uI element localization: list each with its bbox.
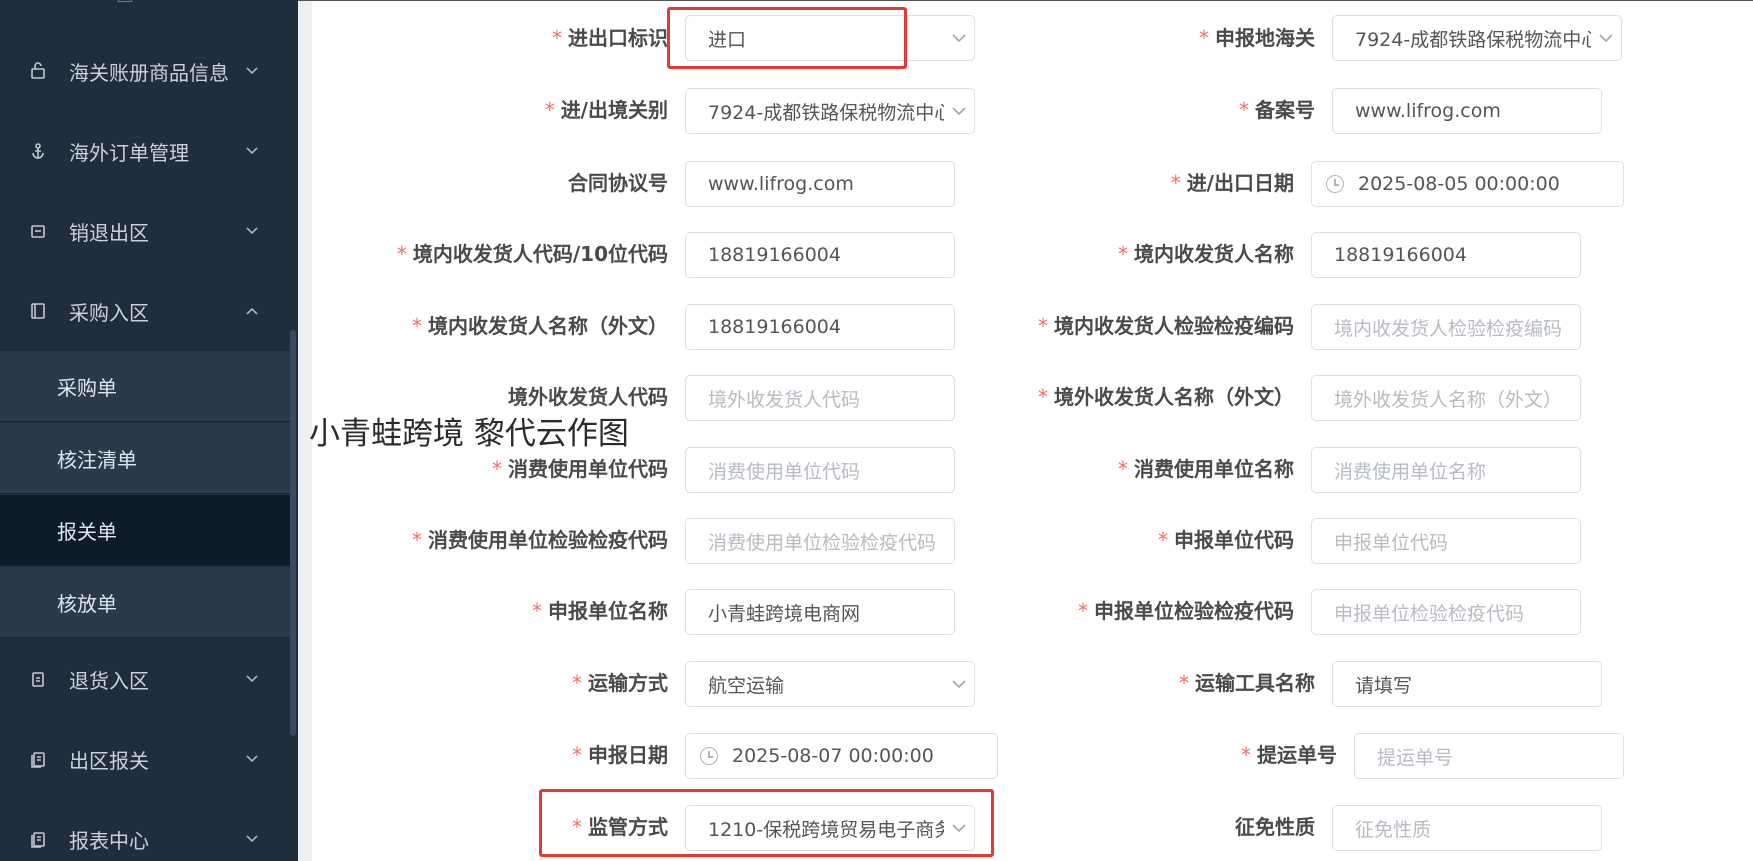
return-icon [27, 668, 49, 690]
lock-bag-icon [27, 60, 49, 82]
label-contract-no: 合同协议号 [568, 171, 668, 195]
chevron-down-icon [944, 679, 974, 689]
sidebar-item-purchase-in[interactable]: 采购入区 [0, 281, 290, 341]
sidebar-item-label: 销退出区 [69, 220, 149, 245]
label-record-no: * 备案号 [1239, 98, 1315, 122]
declarant-ciq-input[interactable]: 申报单位检验检疫代码 [1311, 589, 1581, 635]
transport-name-input[interactable]: 请填写 [1332, 661, 1602, 707]
sidebar-item-return-in[interactable]: 退货入区 [0, 649, 290, 709]
label-bill-no: * 提运单号 [1241, 743, 1337, 767]
chevron-down-icon [242, 227, 262, 235]
sidebar-item-label: 海关账册商品信息 [69, 60, 229, 85]
sidebar: 海关账册商品信息 海外订单管理 销退出区 采购入区 采购单 核注清单 报关单 核… [0, 0, 298, 861]
levy-nature-input[interactable]: 征免性质 [1332, 805, 1602, 851]
files-icon [27, 828, 49, 850]
label-transport-name: * 运输工具名称 [1179, 671, 1315, 695]
sidebar-item-overseas-orders[interactable]: 海外订单管理 [0, 121, 290, 181]
bill-no-input[interactable]: 提运单号 [1354, 733, 1624, 779]
label-declare-date: * 申报日期 [572, 743, 668, 767]
record-no-input[interactable]: www.lifrog.com [1332, 88, 1602, 134]
label-domestic-name-foreign: * 境内收发货人名称（外文） [412, 314, 668, 338]
label-levy-nature: 征免性质 [1235, 815, 1315, 839]
label-domestic-name: * 境内收发货人名称 [1118, 242, 1294, 266]
supervision-select[interactable]: 1210-保税跨境贸易电子商务 [685, 805, 975, 851]
sidebar-item-label: 报表中心 [69, 828, 149, 853]
port-customs-select[interactable]: 7924-成都铁路保税物流中心 [685, 88, 975, 134]
label-declarant-ciq: * 申报单位检验检疫代码 [1078, 599, 1294, 623]
book-icon [27, 300, 49, 322]
label-supervision: * 监管方式 [572, 815, 668, 839]
declare-date-picker[interactable]: 2025-08-07 00:00:00 [685, 733, 998, 779]
io-date-picker[interactable]: 2025-08-05 00:00:00 [1311, 161, 1624, 207]
chevron-down-icon [1591, 33, 1621, 43]
files-icon [27, 748, 49, 770]
clock-icon [700, 747, 718, 765]
sidebar-subitem-release-note[interactable]: 核放单 [0, 567, 290, 638]
sidebar-item-label: 采购入区 [69, 300, 149, 325]
label-io-flag: * 进出口标识 [552, 26, 668, 50]
label-consumer-ciq: * 消费使用单位检验检疫代码 [412, 528, 668, 552]
declarant-name-input[interactable]: 小青蛙跨境电商网 [685, 589, 955, 635]
sidebar-subitem-label: 采购单 [57, 375, 117, 400]
chevron-down-icon [944, 33, 974, 43]
label-transport-mode: * 运输方式 [572, 671, 668, 695]
label-overseas-name-foreign: * 境外收发货人名称（外文） [1038, 385, 1294, 409]
chevron-down-icon [944, 823, 974, 833]
label-declarant-name: * 申报单位名称 [532, 599, 668, 623]
label-domestic-code: * 境内收发货人代码/10位代码 [396, 242, 668, 266]
label-declare-customs: * 申报地海关 [1199, 26, 1315, 50]
io-flag-select[interactable]: 进口 [685, 15, 975, 61]
sidebar-item-reports[interactable]: 报表中心 [0, 809, 290, 861]
box-icon [27, 220, 49, 242]
top-border [298, 0, 1753, 1]
sidebar-item-account-goods[interactable]: 海关账册商品信息 [0, 41, 290, 101]
chevron-up-icon [242, 307, 262, 315]
sidebar-item-label: 出区报关 [69, 748, 149, 773]
consumer-name-input[interactable]: 消费使用单位名称 [1311, 447, 1581, 493]
sidebar-item-label: 退货入区 [69, 668, 149, 693]
chevron-down-icon [242, 835, 262, 843]
domestic-code-input[interactable]: 18819166004 [685, 232, 955, 278]
chevron-down-icon [242, 67, 262, 75]
declare-customs-select[interactable]: 7924-成都铁路保税物流中心 [1332, 15, 1622, 61]
transport-mode-select[interactable]: 航空运输 [685, 661, 975, 707]
domestic-name-input[interactable]: 18819166004 [1311, 232, 1581, 278]
label-io-date: * 进/出口日期 [1170, 171, 1294, 195]
chevron-down-icon [242, 755, 262, 763]
sidebar-item-sales-return-out[interactable]: 销退出区 [0, 201, 290, 261]
overseas-code-input[interactable]: 境外收发货人代码 [685, 375, 955, 421]
chevron-down-icon [242, 147, 262, 155]
anchor-icon [27, 140, 49, 162]
chevron-down-icon [944, 106, 974, 116]
sidebar-subitem-purchase-order[interactable]: 采购单 [0, 351, 290, 422]
sidebar-item-exit-declaration[interactable]: 出区报关 [0, 729, 290, 789]
label-port-customs: * 进/出境关别 [544, 98, 668, 122]
label-domestic-ciq: * 境内收发货人检验检疫编码 [1038, 314, 1294, 338]
sidebar-subitem-label: 报关单 [57, 519, 117, 544]
watermark-text: 小青蛙跨境 黎代云作图 [309, 416, 629, 452]
chevron-down-icon [242, 675, 262, 683]
label-consumer-code: * 消费使用单位代码 [492, 457, 668, 481]
sidebar-subitem-label: 核放单 [57, 591, 117, 616]
sidebar-item-label: 海外订单管理 [69, 140, 189, 165]
collapsed-indicator [118, 0, 132, 2]
label-consumer-name: * 消费使用单位名称 [1118, 457, 1294, 481]
contract-no-input[interactable]: www.lifrog.com [685, 161, 955, 207]
consumer-code-input[interactable]: 消费使用单位代码 [685, 447, 955, 493]
label-declarant-code: * 申报单位代码 [1158, 528, 1294, 552]
clock-icon [1326, 175, 1344, 193]
sidebar-scrollbar[interactable] [290, 330, 296, 736]
sidebar-subitem-checklist[interactable]: 核注清单 [0, 423, 290, 494]
sidebar-subitem-customs-declaration[interactable]: 报关单 [0, 495, 290, 566]
overseas-name-foreign-input[interactable]: 境外收发货人名称（外文） [1311, 375, 1581, 421]
sidebar-subitem-label: 核注清单 [57, 447, 137, 472]
declarant-code-input[interactable]: 申报单位代码 [1311, 518, 1581, 564]
domestic-name-foreign-input[interactable]: 18819166004 [685, 304, 955, 350]
domestic-ciq-input[interactable]: 境内收发货人检验检疫编码 [1311, 304, 1581, 350]
consumer-ciq-input[interactable]: 消费使用单位检验检疫代码 [685, 518, 955, 564]
